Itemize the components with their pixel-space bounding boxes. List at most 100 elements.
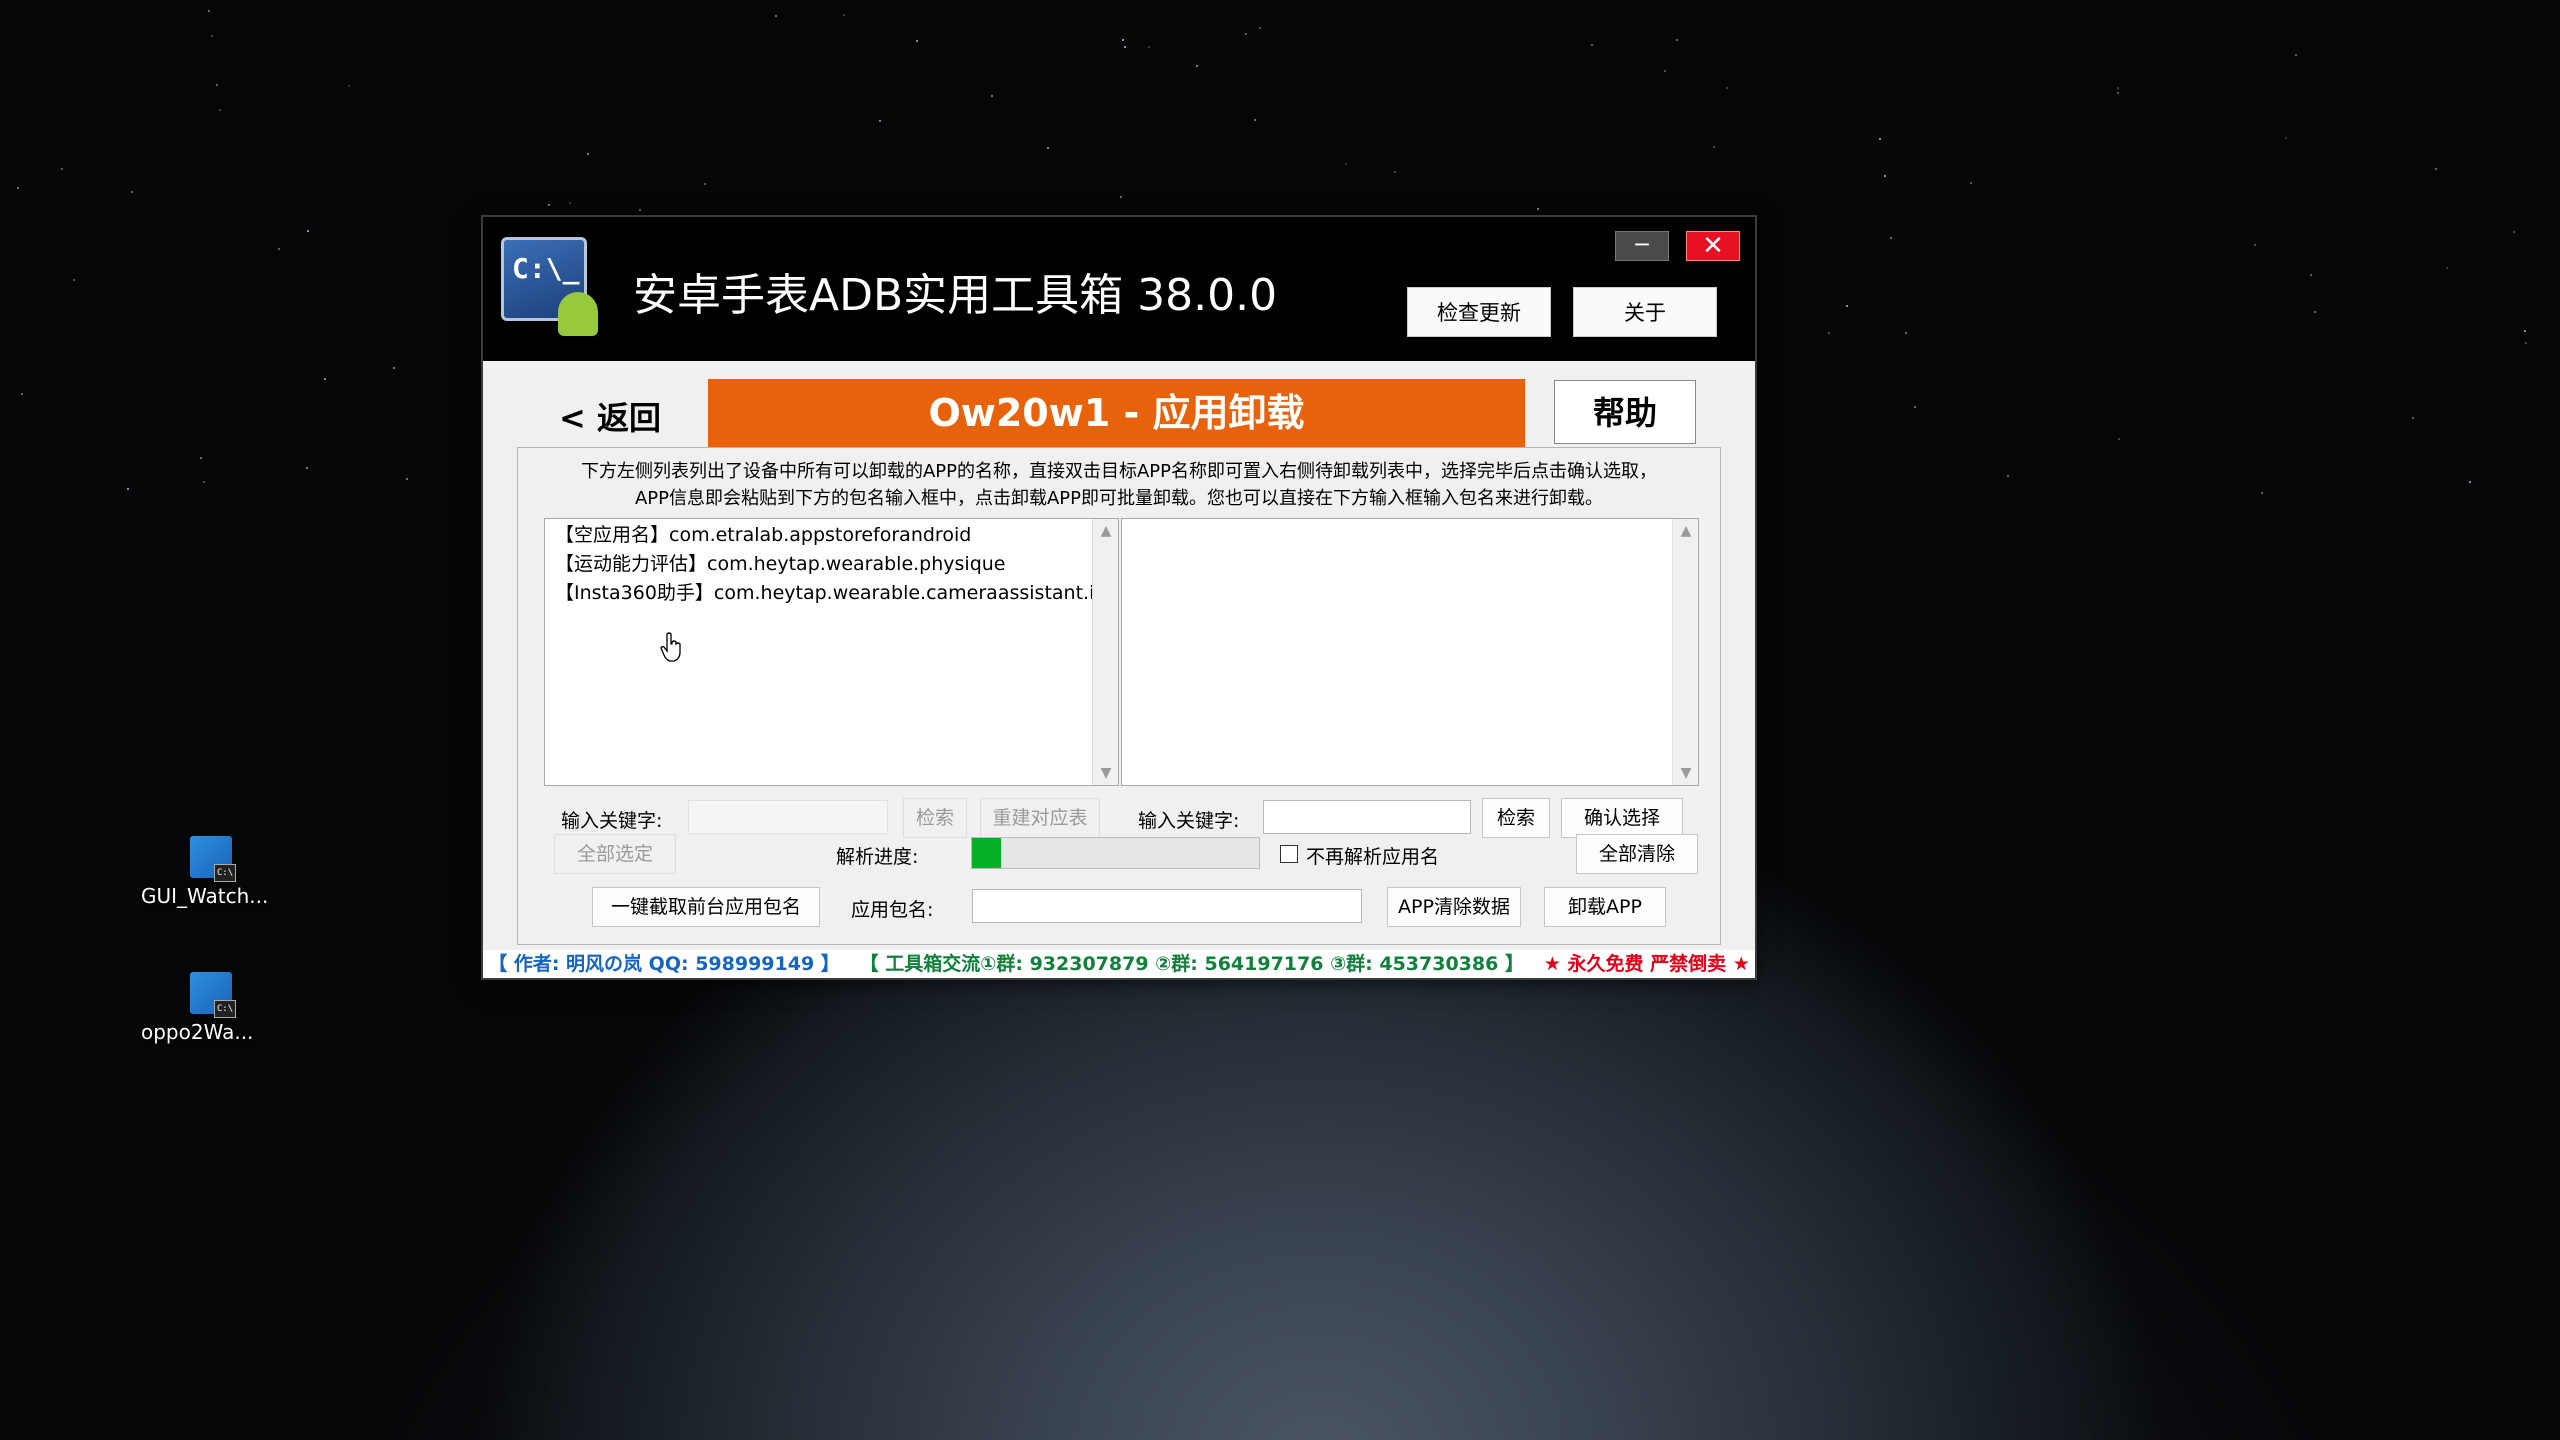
hand-cursor-icon — [660, 632, 681, 662]
star — [2118, 438, 2120, 440]
star — [1245, 33, 1247, 35]
star — [1254, 119, 1256, 121]
app-shortcut-icon — [190, 836, 236, 882]
star — [1970, 182, 1972, 184]
grab-foreground-package-button[interactable]: 一键截取前台应用包名 — [592, 887, 820, 927]
star — [879, 120, 881, 122]
uninstall-panel: 下方左侧列表列出了设备中所有可以卸载的APP的名称，直接双击目标APP名称即可置… — [517, 447, 1721, 945]
star — [1120, 196, 1122, 198]
star — [2117, 92, 2119, 94]
star — [1846, 305, 1848, 307]
star — [211, 35, 213, 37]
star — [216, 84, 218, 86]
left-list-scrollbar[interactable]: ▲ ▼ — [1092, 519, 1118, 785]
star — [1537, 208, 1539, 210]
star — [21, 393, 23, 395]
star — [2469, 481, 2471, 483]
star — [1394, 171, 1396, 173]
about-button[interactable]: 关于 — [1573, 287, 1717, 337]
star — [2513, 231, 2515, 233]
list-item[interactable]: 【空应用名】com.etralab.appstoreforandroid — [545, 521, 1118, 550]
desktop-icon-gui-watch[interactable]: GUI_Watch... — [141, 836, 281, 908]
star — [306, 467, 308, 469]
instructions-line-1: 下方左侧列表列出了设备中所有可以卸载的APP的名称，直接双击目标APP名称即可置… — [580, 461, 1658, 482]
scroll-up-arrow-icon[interactable]: ▲ — [1673, 523, 1698, 539]
star — [73, 279, 75, 281]
page-title-banner: Ow20w1 - 应用卸载 — [708, 379, 1525, 447]
right-list-scrollbar[interactable]: ▲ ▼ — [1672, 519, 1698, 785]
star — [2446, 267, 2448, 269]
star — [569, 202, 571, 204]
instructions-line-2: APP信息即会粘贴到下方的包名输入框中，点击卸载APP即可批量卸载。您也可以直接… — [634, 488, 1604, 509]
title-bar: C:\_ 安卓手表ADB实用工具箱 38.0.0 ─ ✕ 检查更新 关于 — [483, 217, 1755, 361]
star — [1124, 46, 1126, 48]
scroll-down-arrow-icon[interactable]: ▼ — [1093, 765, 1118, 781]
desktop-icon-label: oppo2Wa... — [141, 1020, 254, 1044]
adb-toolbox-logo-icon: C:\_ — [501, 237, 598, 336]
app-shortcut-icon — [190, 972, 236, 1018]
star — [2261, 492, 2263, 494]
star — [1591, 44, 1593, 46]
app-window: C:\_ 安卓手表ADB实用工具箱 38.0.0 ─ ✕ 检查更新 关于 < 返… — [481, 215, 1757, 980]
star — [219, 109, 221, 111]
star — [2285, 137, 2287, 139]
parse-progress-bar — [971, 837, 1260, 869]
star — [2007, 475, 2009, 477]
left-search-button[interactable]: 检索 — [903, 798, 967, 838]
minimize-button[interactable]: ─ — [1615, 231, 1669, 261]
star — [2524, 330, 2526, 332]
star — [2310, 274, 2312, 276]
star — [991, 95, 993, 97]
star — [1905, 332, 1907, 334]
star — [2314, 311, 2316, 313]
left-keyword-input[interactable] — [688, 800, 888, 834]
package-name-label: 应用包名: — [851, 899, 934, 921]
star — [639, 209, 641, 211]
list-item[interactable]: 【运动能力评估】com.heytap.wearable.physique — [545, 550, 1118, 579]
star — [203, 481, 205, 483]
confirm-selection-button[interactable]: 确认选择 — [1561, 798, 1683, 838]
star — [278, 248, 280, 250]
scroll-up-arrow-icon[interactable]: ▲ — [1093, 523, 1118, 539]
instructions-text: 下方左侧列表列出了设备中所有可以卸载的APP的名称，直接双击目标APP名称即可置… — [518, 458, 1720, 512]
star — [1890, 237, 1892, 239]
right-keyword-input[interactable] — [1263, 800, 1471, 834]
desktop-icon-oppo2wa[interactable]: oppo2Wa... — [141, 972, 281, 1044]
no-parse-label[interactable]: 不再解析应用名 — [1306, 842, 1439, 869]
star — [1122, 39, 1124, 41]
right-search-button[interactable]: 检索 — [1482, 798, 1550, 838]
select-all-button[interactable]: 全部选定 — [554, 834, 676, 874]
status-bar: 【 作者: 明风の岚 QQ: 598999149 】 【 工具箱交流①群: 93… — [483, 950, 1755, 978]
star — [127, 488, 129, 490]
installed-apps-list[interactable]: 【空应用名】com.etralab.appstoreforandroid 【运动… — [544, 518, 1119, 786]
star — [1726, 87, 1728, 89]
package-name-input[interactable] — [972, 889, 1362, 923]
star — [843, 14, 845, 16]
star — [393, 367, 395, 369]
star — [1259, 27, 1261, 29]
star — [548, 204, 550, 206]
rebuild-table-button[interactable]: 重建对应表 — [980, 798, 1100, 838]
star — [587, 153, 589, 155]
star — [61, 168, 63, 170]
clear-all-button[interactable]: 全部清除 — [1576, 834, 1698, 874]
star — [1884, 175, 1886, 177]
star — [1879, 138, 1881, 140]
list-item[interactable]: 【Insta360助手】com.heytap.wearable.cameraas… — [545, 579, 1118, 608]
star — [324, 378, 326, 380]
clear-app-data-button[interactable]: APP清除数据 — [1387, 887, 1521, 927]
close-button[interactable]: ✕ — [1686, 231, 1740, 261]
star — [1196, 65, 1198, 67]
back-button[interactable]: < 返回 — [559, 393, 661, 439]
star — [1148, 46, 1150, 48]
scroll-down-arrow-icon[interactable]: ▼ — [1673, 765, 1698, 781]
star — [2525, 342, 2527, 344]
check-update-button[interactable]: 检查更新 — [1407, 287, 1551, 337]
help-button[interactable]: 帮助 — [1554, 380, 1696, 444]
pending-uninstall-list[interactable]: ▲ ▼ — [1121, 518, 1699, 786]
star — [406, 478, 408, 480]
no-parse-checkbox[interactable] — [1280, 845, 1298, 863]
star — [1713, 146, 1715, 148]
uninstall-app-button[interactable]: 卸载APP — [1544, 887, 1666, 927]
star — [1828, 332, 1830, 334]
